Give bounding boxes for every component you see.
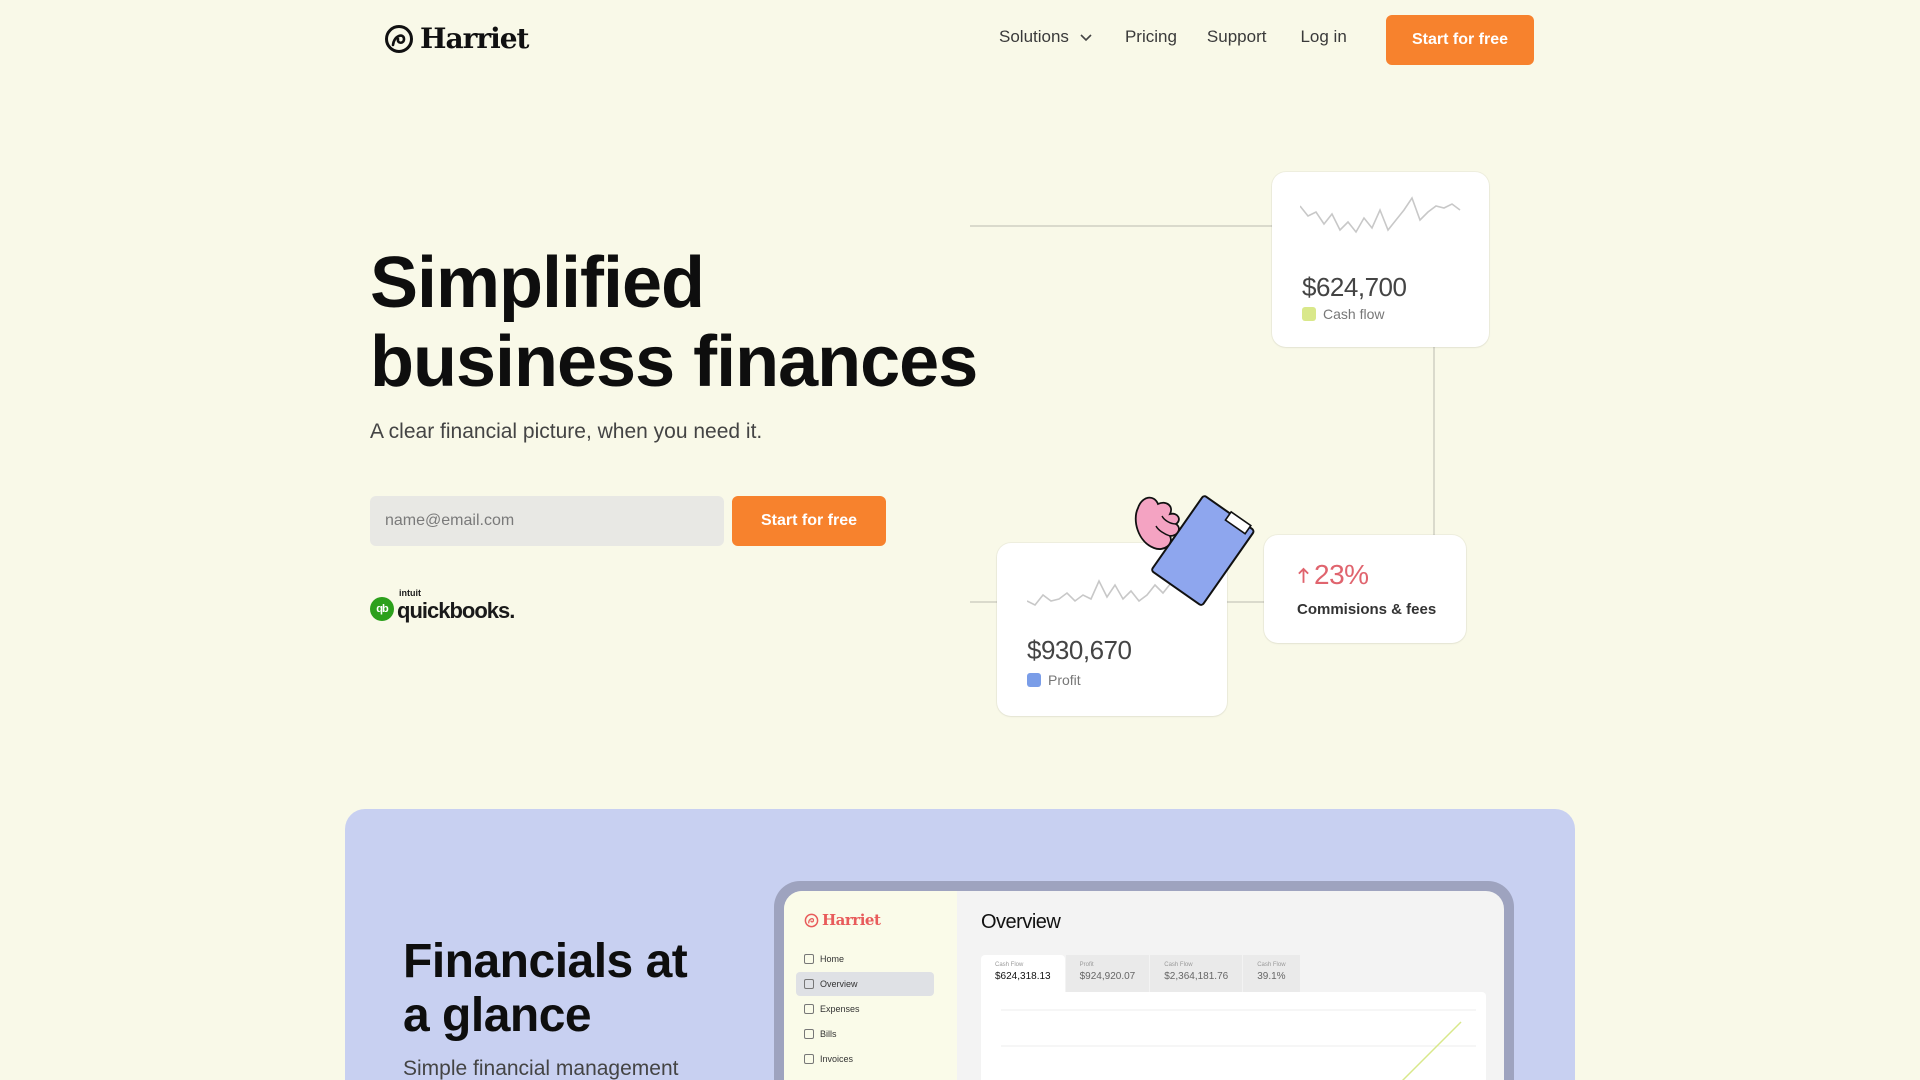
- cash-flow-sparkline: [1300, 196, 1461, 234]
- nav-login-link[interactable]: Log in: [1300, 27, 1346, 47]
- app-heading: Overview: [981, 911, 1061, 933]
- top-nav: Harriet Solutions Pricing Support Log in…: [0, 0, 1920, 80]
- commissions-value: 23%: [1314, 559, 1369, 590]
- overview-icon: [804, 979, 814, 989]
- quickbooks-label: quickbooks.: [397, 598, 515, 623]
- nav-links: Solutions Pricing Support Log in: [999, 27, 1347, 47]
- financials-title-line1: Financials at: [403, 935, 688, 988]
- hero-start-free-button[interactable]: Start for free: [732, 496, 886, 546]
- tablet-mockup: Harriet Home Overview Expenses Bills Inv…: [774, 881, 1514, 1080]
- profit-swatch: [1027, 673, 1041, 687]
- app-logo: Harriet: [804, 911, 881, 929]
- financials-title-line2: a glance: [403, 989, 592, 1042]
- stat-tab[interactable]: Cash Flow $2,364,181.76: [1150, 955, 1243, 993]
- financials-title: Financials at a glance: [403, 935, 688, 1043]
- app-nav-home[interactable]: Home: [796, 947, 934, 971]
- quickbooks-icon: qb: [370, 597, 394, 621]
- email-input[interactable]: [370, 496, 724, 546]
- app-nav-invoices[interactable]: Invoices: [796, 1047, 934, 1071]
- nav-solutions-dropdown[interactable]: Solutions: [999, 27, 1093, 47]
- app-nav-overview[interactable]: Overview: [796, 972, 934, 996]
- home-icon: [804, 954, 814, 964]
- bills-icon: [804, 1029, 814, 1039]
- harriet-logo-icon: [804, 913, 819, 927]
- profit-label: Profit: [1048, 672, 1081, 688]
- hand-holding-card-illustration: [1134, 495, 1255, 606]
- chevron-down-icon: [1080, 34, 1092, 42]
- cash-flow-label: Cash flow: [1323, 306, 1385, 322]
- app-brand-name: Harriet: [822, 911, 881, 929]
- app-nav-bills[interactable]: Bills: [796, 1022, 934, 1046]
- hero-title-line2: business finances: [370, 322, 978, 402]
- harriet-logo-icon: [385, 24, 413, 53]
- hero-subtitle: A clear financial picture, when you need…: [370, 420, 763, 443]
- stat-tab[interactable]: Profit $924,920.07: [1065, 955, 1150, 993]
- commissions-card: 23% Commisions & fees: [1264, 535, 1466, 643]
- profit-value: $930,670: [1027, 635, 1132, 665]
- expenses-icon: [804, 1004, 814, 1014]
- app-sidebar: Harriet Home Overview Expenses Bills Inv…: [784, 891, 957, 1080]
- overview-chart-graphic: [1001, 1009, 1476, 1080]
- financials-subtitle: Simple financial management: [403, 1057, 679, 1080]
- app-nav-expenses[interactable]: Expenses: [796, 997, 934, 1021]
- cash-flow-swatch: [1302, 307, 1316, 321]
- brand-logo[interactable]: Harriet: [384, 22, 529, 55]
- nav-pricing-link[interactable]: Pricing: [1125, 27, 1177, 47]
- quickbooks-logo: qb intuit quickbooks.: [370, 588, 515, 624]
- intuit-label: intuit: [399, 588, 421, 598]
- stat-tab[interactable]: Cash Flow $624,318.13: [981, 955, 1065, 993]
- overview-chart: [981, 992, 1486, 1080]
- brand-name: Harriet: [420, 22, 529, 55]
- hero-title: Simplified business finances: [370, 244, 990, 402]
- cash-flow-value: $624,700: [1302, 272, 1407, 302]
- nav-solutions-label: Solutions: [999, 27, 1069, 46]
- stat-tab[interactable]: Cash Flow 39.1%: [1243, 955, 1300, 993]
- nav-support-link[interactable]: Support: [1207, 27, 1267, 47]
- app-main: Overview Cash Flow $624,318.13 Profit $9…: [957, 891, 1504, 1080]
- app-screen: Harriet Home Overview Expenses Bills Inv…: [784, 891, 1504, 1080]
- cash-flow-card: $624,700 Cash flow: [1272, 172, 1489, 347]
- stat-tabs: Cash Flow $624,318.13 Profit $924,920.07…: [981, 955, 1301, 993]
- hero-title-line1: Simplified: [370, 243, 705, 323]
- invoices-icon: [804, 1054, 814, 1064]
- arrow-up-icon: [1298, 567, 1309, 583]
- commissions-label: Commisions & fees: [1297, 601, 1437, 618]
- nav-start-free-button[interactable]: Start for free: [1386, 15, 1534, 65]
- financials-section: Financials at a glance Simple financial …: [345, 809, 1575, 1080]
